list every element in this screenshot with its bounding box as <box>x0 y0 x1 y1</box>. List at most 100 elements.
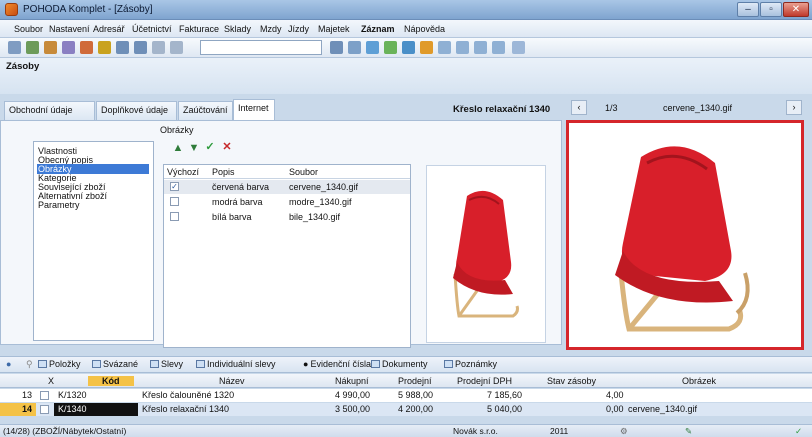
tab-zauctovani[interactable]: Zaúčtování <box>178 101 233 120</box>
tool-icon[interactable] <box>420 41 433 54</box>
help-icon[interactable] <box>512 41 525 54</box>
gear-icon[interactable]: ⚙ <box>620 426 628 437</box>
tool-icon[interactable] <box>152 41 165 54</box>
pen-icon: ✎ <box>685 426 693 436</box>
menu-majetek[interactable]: Majetek <box>318 24 350 34</box>
table-row[interactable]: 13 K/1320 Křeslo čalouněné 1320 4 990,00… <box>0 389 812 402</box>
image-preview[interactable] <box>566 120 804 350</box>
record-path: (14/28) (ZBOŽÍ/Nábytek/Ostatní) <box>3 426 127 436</box>
tool-icon[interactable] <box>348 41 361 54</box>
tab-poznamky[interactable]: Poznámky <box>444 359 497 369</box>
default-checkbox[interactable] <box>170 212 179 221</box>
menu-jizdy[interactable]: Jízdy <box>288 24 309 34</box>
arrow-up-icon[interactable]: ▲ <box>172 142 184 154</box>
tool-icon[interactable] <box>116 41 129 54</box>
default-checkbox[interactable] <box>170 197 179 206</box>
menu-mzdy[interactable]: Mzdy <box>260 24 282 34</box>
filter-icon[interactable]: ⚲ <box>26 359 33 370</box>
table-row[interactable]: modrá barva modre_1340.gif <box>164 195 410 209</box>
default-checkbox[interactable]: ✓ <box>170 182 179 191</box>
tool-icon[interactable] <box>62 41 75 54</box>
menu-zaznam[interactable]: Záznam <box>361 24 395 34</box>
title-bar: POHODA Komplet - [Zásoby] – ▫ ✕ <box>0 0 812 20</box>
chair-preview-image <box>615 146 750 332</box>
tab-individualni-slevy[interactable]: Individuální slevy <box>196 359 276 369</box>
col-header-soubor[interactable]: Soubor <box>289 167 318 177</box>
image-filename: cervene_1340.gif <box>663 103 733 113</box>
company-name: Novák s.r.o. <box>453 426 498 436</box>
tool-icon[interactable] <box>492 41 505 54</box>
prev-image-button[interactable]: ‹ <box>571 100 587 115</box>
table-row[interactable]: ✓ červená barva cervene_1340.gif <box>164 180 410 194</box>
menu-fakturace[interactable]: Fakturace <box>179 24 219 34</box>
grid-header: X Kód Název Nákupní Prodejní Prodejní DP… <box>0 374 812 388</box>
tool-icon[interactable] <box>8 41 21 54</box>
section-title: Zásoby <box>6 61 40 72</box>
delete-icon[interactable]: ✕ <box>221 141 233 153</box>
tool-icon[interactable] <box>26 41 39 54</box>
col-x[interactable]: X <box>48 376 54 386</box>
tab-internet[interactable]: Internet <box>233 99 275 120</box>
col-stav-zasoby[interactable]: Stav zásoby <box>547 376 596 386</box>
menu-adresar[interactable]: Adresář <box>93 24 125 34</box>
minimize-icon[interactable]: – <box>737 2 759 17</box>
stock-level: 4,00 <box>606 390 624 400</box>
image-description: červená barva <box>212 182 270 192</box>
tool-icon[interactable] <box>170 41 183 54</box>
agenda-combo[interactable] <box>200 40 322 55</box>
tool-icon[interactable] <box>402 41 415 54</box>
row-checkbox[interactable] <box>40 405 49 414</box>
menu-bar: Soubor Nastavení Adresář Účetnictví Fakt… <box>0 20 812 38</box>
image-thumbnail[interactable] <box>426 165 546 343</box>
grid-icon <box>150 360 159 368</box>
tab-doplnkove-udaje[interactable]: Doplňkové údaje <box>96 101 177 120</box>
tool-icon[interactable] <box>134 41 147 54</box>
check-icon[interactable]: ✓ <box>204 141 216 153</box>
list-item-parametry[interactable]: Parametry <box>38 200 80 210</box>
tool-icon[interactable] <box>80 41 93 54</box>
col-prodejni-dph[interactable]: Prodejní DPH <box>457 376 512 386</box>
tab-svazane[interactable]: Svázané <box>92 359 138 369</box>
table-row[interactable]: bílá barva bile_1340.gif <box>164 210 410 224</box>
tab-obchodni-udaje[interactable]: Obchodní údaje <box>4 101 95 120</box>
agenda-tab-strip: ● ⚲ Položky Svázané Slevy Individuální s… <box>0 356 812 373</box>
close-icon[interactable]: ✕ <box>783 2 809 17</box>
menu-nastaveni[interactable]: Nastavení <box>49 24 90 34</box>
tab-slevy[interactable]: Slevy <box>150 359 183 369</box>
tool-icon[interactable] <box>44 41 57 54</box>
tool-icon[interactable] <box>366 41 379 54</box>
tab-polozky[interactable]: Položky <box>38 359 81 369</box>
tool-icon[interactable] <box>474 41 487 54</box>
col-header-popis[interactable]: Popis <box>212 167 235 177</box>
status-ok-icon: ✓ <box>795 426 803 436</box>
next-image-button[interactable]: › <box>786 100 802 115</box>
col-prodejni[interactable]: Prodejní <box>398 376 432 386</box>
table-row[interactable]: 14 K/1340 Křeslo relaxační 1340 3 500,00… <box>0 403 812 416</box>
internet-section-list: Vlastnosti Obecný popis Obrázky Kategori… <box>33 141 154 341</box>
tool-icon[interactable] <box>384 41 397 54</box>
col-header-vychozi[interactable]: Výchozí <box>167 167 199 177</box>
row-number: 14 <box>22 404 33 414</box>
col-obrazek[interactable]: Obrázek <box>682 376 716 386</box>
item-code: K/1320 <box>58 390 87 400</box>
col-nakupni[interactable]: Nákupní <box>335 376 369 386</box>
menu-napoveda[interactable]: Nápověda <box>404 24 445 34</box>
menu-sklady[interactable]: Sklady <box>224 24 251 34</box>
menu-ucetnictvi[interactable]: Účetnictví <box>132 24 172 34</box>
toolbar <box>0 38 812 58</box>
maximize-icon[interactable]: ▫ <box>760 2 782 17</box>
tab-dokumenty[interactable]: Dokumenty <box>371 359 428 369</box>
col-nazev[interactable]: Název <box>219 376 245 386</box>
product-name: Křeslo relaxační 1340 <box>453 104 551 115</box>
filter-icon[interactable] <box>330 41 343 54</box>
row-checkbox[interactable] <box>40 391 49 400</box>
tool-icon[interactable] <box>456 41 469 54</box>
tool-icon[interactable] <box>438 41 451 54</box>
tool-icon[interactable] <box>98 41 111 54</box>
col-kod[interactable]: Kód <box>88 376 134 386</box>
arrow-down-icon[interactable]: ▼ <box>188 142 200 154</box>
table-header-divider <box>164 178 410 179</box>
window-title: POHODA Komplet - [Zásoby] <box>23 4 153 15</box>
tab-evidencni-cisla[interactable]: ● Evidenční čísla <box>303 359 371 369</box>
menu-soubor[interactable]: Soubor <box>14 24 43 34</box>
